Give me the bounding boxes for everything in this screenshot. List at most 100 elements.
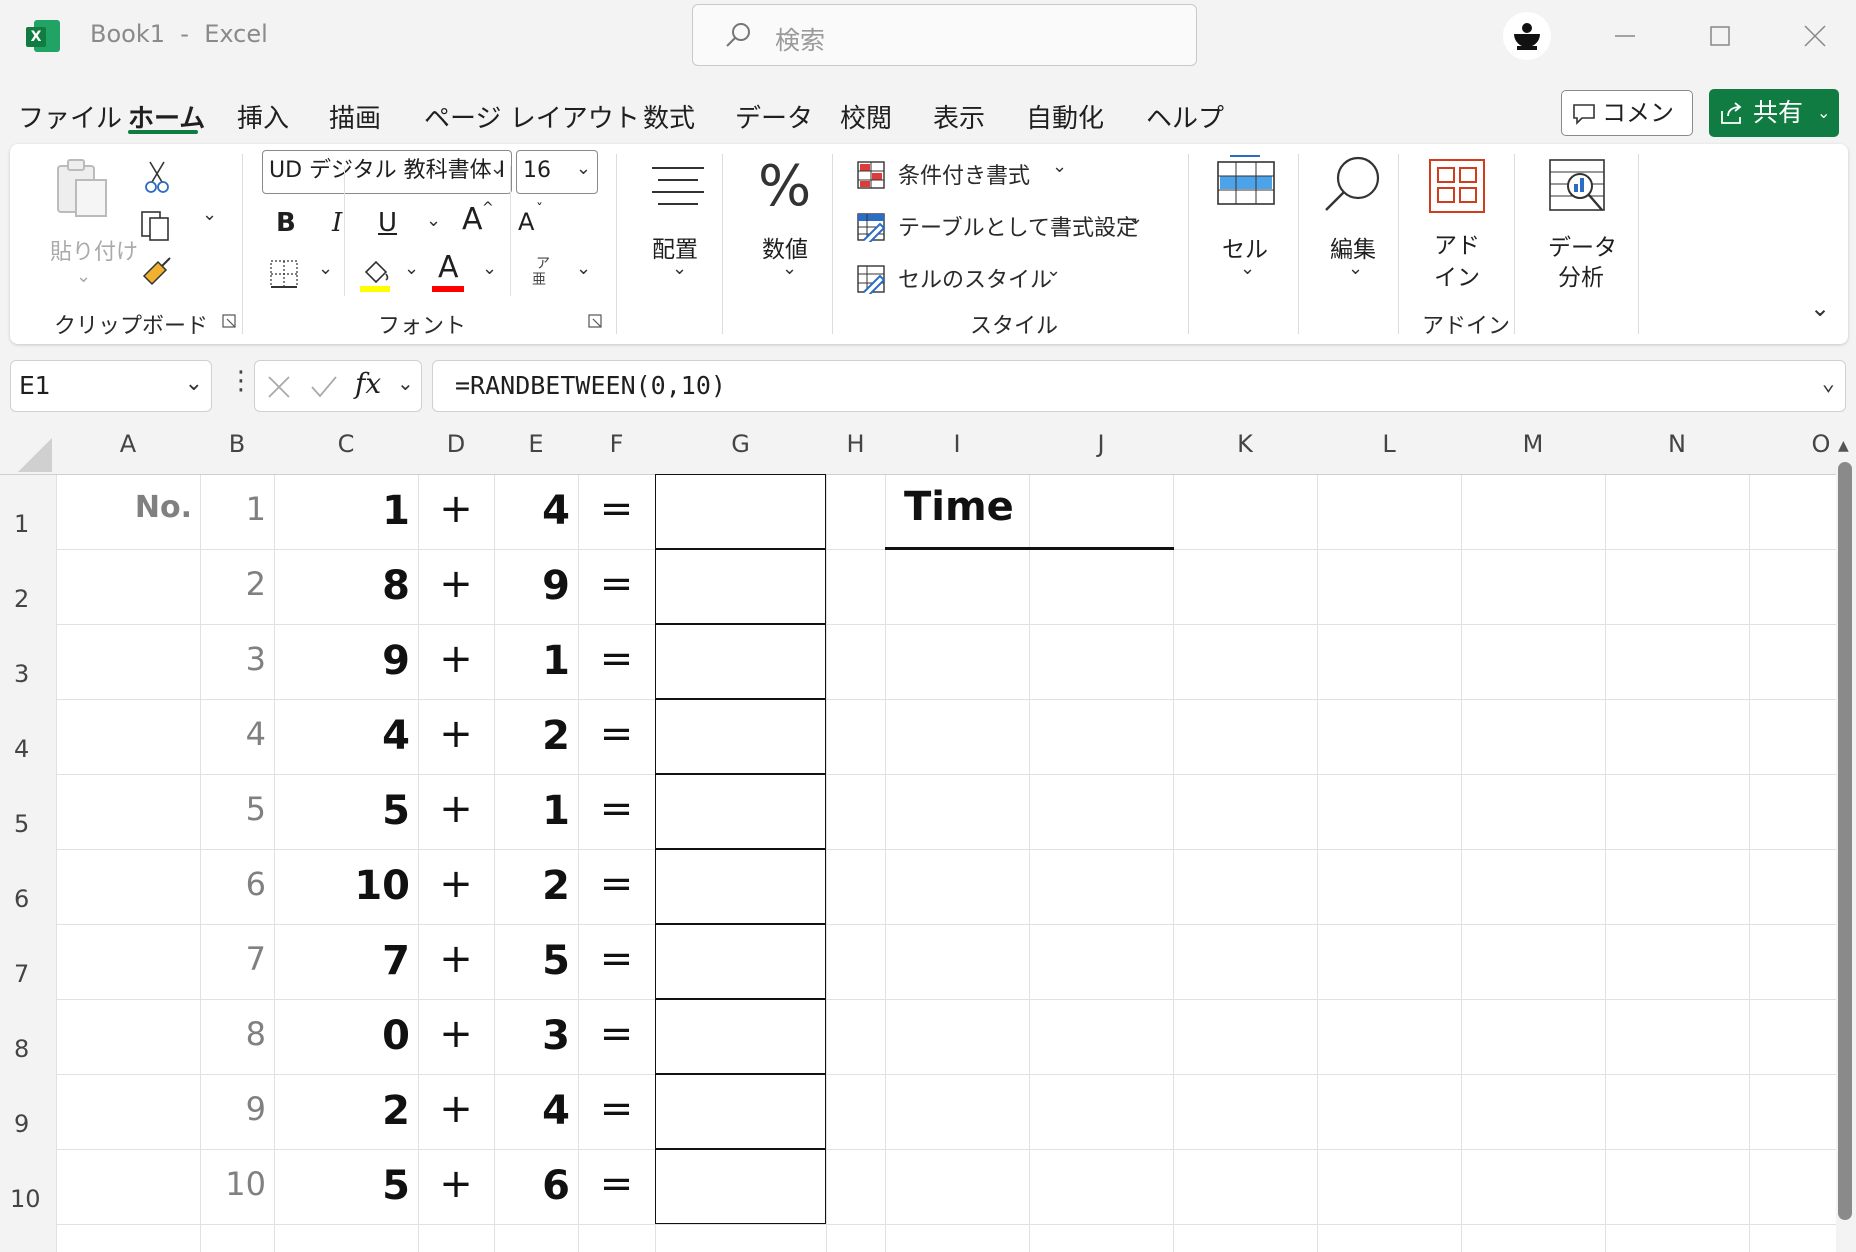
row-header[interactable]: 9 [0, 1110, 56, 1138]
column-header[interactable]: D [418, 424, 494, 474]
problem-index-cell[interactable]: 8 [200, 1015, 266, 1053]
equals-sign-cell[interactable]: = [578, 636, 655, 682]
column-header[interactable]: E [494, 424, 578, 474]
plus-sign-cell[interactable]: + [418, 711, 494, 757]
tab-formulas[interactable]: 数式 [643, 98, 695, 135]
addend-a-cell[interactable]: 5 [274, 1163, 410, 1209]
column-header[interactable]: J [1029, 424, 1173, 474]
copy-chevron-icon[interactable]: ⌄ [202, 204, 217, 225]
addend-a-cell[interactable]: 5 [274, 788, 410, 834]
column-header[interactable]: C [274, 424, 418, 474]
problem-index-cell[interactable]: 9 [200, 1090, 266, 1128]
tab-draw[interactable]: 描画 [329, 98, 381, 135]
problem-index-cell[interactable]: 7 [200, 940, 266, 978]
grow-font-button[interactable]: A [462, 202, 483, 237]
paste-button[interactable]: 貼り付け ⌄ [36, 152, 138, 287]
plus-sign-cell[interactable]: + [418, 1011, 494, 1057]
answer-cell[interactable] [655, 924, 826, 999]
row-header[interactable]: 6 [0, 885, 56, 913]
name-box-chevron-icon[interactable]: ⌄ [185, 359, 203, 409]
comment-button[interactable]: コメント [1561, 90, 1693, 171]
addend-b-cell[interactable]: 2 [494, 863, 570, 909]
ribbon-collapse-chevron-icon[interactable]: ⌄ [1810, 294, 1830, 322]
column-header[interactable]: K [1173, 424, 1317, 474]
addend-b-cell[interactable]: 4 [494, 1088, 570, 1134]
equals-sign-cell[interactable]: = [578, 486, 655, 532]
row-header[interactable]: 1 [0, 510, 56, 538]
equals-sign-cell[interactable]: = [578, 1086, 655, 1132]
number-format-button[interactable]: % 数値 ⌄ [736, 154, 836, 294]
answer-cell[interactable] [655, 1074, 826, 1149]
addend-b-cell[interactable]: 5 [494, 938, 570, 984]
answer-cell[interactable] [655, 549, 826, 624]
clipboard-launcher-icon[interactable] [222, 314, 238, 330]
cells-button[interactable]: セル ⌄ [1202, 150, 1298, 290]
row-header[interactable]: 8 [0, 1035, 56, 1063]
answer-cell[interactable] [655, 999, 826, 1074]
addend-b-cell[interactable]: 4 [494, 488, 570, 534]
column-header[interactable]: F [578, 424, 655, 474]
addend-a-cell[interactable]: 1 [274, 488, 410, 534]
row-header[interactable]: 5 [0, 810, 56, 838]
expand-formula-chevron-icon[interactable]: ⌄ [1822, 359, 1835, 409]
addend-a-cell[interactable]: 8 [274, 563, 410, 609]
column-header[interactable]: M [1461, 424, 1605, 474]
minimize-icon[interactable] [1605, 16, 1645, 56]
problem-index-cell[interactable]: 6 [200, 865, 266, 903]
tab-page-layout[interactable]: ページ レイアウト [424, 98, 640, 135]
answer-cell[interactable] [655, 699, 826, 774]
equals-sign-cell[interactable]: = [578, 936, 655, 982]
row-header[interactable]: 2 [0, 585, 56, 613]
select-all-icon[interactable] [14, 434, 54, 474]
alignment-button[interactable]: 配置 ⌄ [630, 154, 730, 294]
function-chevron-icon[interactable]: ⌄ [397, 371, 414, 395]
shrink-font-button[interactable]: A [518, 208, 534, 236]
underline-button[interactable]: U [378, 208, 397, 238]
column-header[interactable]: L [1317, 424, 1461, 474]
addend-a-cell[interactable]: 7 [274, 938, 410, 984]
addend-a-cell[interactable]: 9 [274, 638, 410, 684]
phonetic-guide-button[interactable]: ア 亜 [532, 256, 556, 296]
row-header[interactable]: 4 [0, 735, 56, 763]
plus-sign-cell[interactable]: + [418, 1161, 494, 1207]
problem-index-cell[interactable]: 10 [200, 1165, 266, 1203]
equals-sign-cell[interactable]: = [578, 561, 655, 607]
bold-button[interactable]: B [276, 208, 296, 238]
addend-b-cell[interactable]: 1 [494, 638, 570, 684]
row-header[interactable]: 7 [0, 960, 56, 988]
cell-styles-button[interactable]: セルのスタイル ⌄ [856, 260, 1076, 298]
addend-a-cell[interactable]: 2 [274, 1088, 410, 1134]
equals-sign-cell[interactable]: = [578, 1011, 655, 1057]
problem-index-cell[interactable]: 4 [200, 715, 266, 753]
plus-sign-cell[interactable]: + [418, 936, 494, 982]
plus-sign-cell[interactable]: + [418, 636, 494, 682]
insert-function-button[interactable]: fx [355, 367, 381, 400]
answer-cell[interactable] [655, 849, 826, 924]
plus-sign-cell[interactable]: + [418, 561, 494, 607]
more-options-icon[interactable]: ⋮ [228, 366, 254, 396]
font-color-button[interactable]: A [432, 250, 468, 294]
conditional-formatting-button[interactable]: 条件付き書式 ⌄ [856, 156, 1096, 194]
cut-icon[interactable] [144, 160, 170, 194]
equals-sign-cell[interactable]: = [578, 786, 655, 832]
borders-chevron-icon[interactable]: ⌄ [318, 258, 333, 279]
addend-b-cell[interactable]: 9 [494, 563, 570, 609]
scrollbar-thumb[interactable] [1838, 462, 1852, 1220]
column-header[interactable]: A [56, 424, 200, 474]
tab-file[interactable]: ファイル [18, 98, 122, 135]
problem-index-cell[interactable]: 1 [200, 490, 266, 528]
phonetic-chevron-icon[interactable]: ⌄ [576, 258, 591, 279]
data-analysis-button[interactable]: データ 分析 [1534, 158, 1630, 298]
account-avatar[interactable] [1503, 12, 1551, 60]
plus-sign-cell[interactable]: + [418, 486, 494, 532]
equals-sign-cell[interactable]: = [578, 861, 655, 907]
maximize-icon[interactable] [1700, 16, 1740, 56]
format-as-table-button[interactable]: テーブルとして書式設定 ⌄ [856, 208, 1156, 246]
problem-index-cell[interactable]: 5 [200, 790, 266, 828]
scroll-up-icon[interactable]: ▲ [1838, 438, 1849, 454]
no-label-cell[interactable]: No. [56, 490, 192, 525]
column-header[interactable]: I [885, 424, 1029, 474]
addend-a-cell[interactable]: 10 [274, 863, 410, 909]
tab-review[interactable]: 校閲 [840, 98, 892, 135]
borders-icon[interactable] [268, 258, 300, 290]
